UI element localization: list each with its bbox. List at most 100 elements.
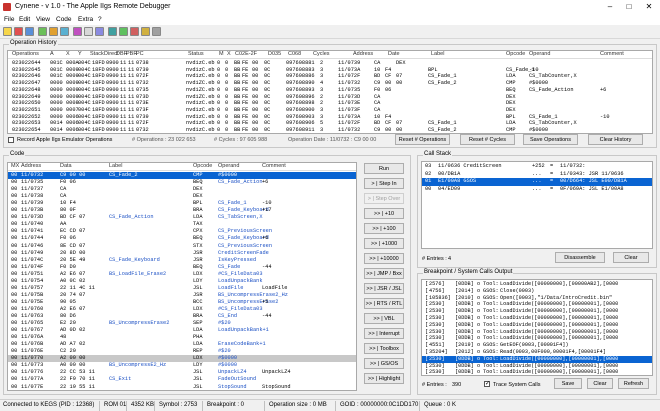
call-stack-row[interactable]: 03 11/0636 CreditScreen +252 = 11/0732: bbox=[422, 163, 652, 171]
call-stack-row[interactable]: 02 00/DB1A... = 11/0343: JSR 11/0636 bbox=[422, 171, 652, 179]
breakpoint-row[interactable]: [105836] [2010] o GSOS: Open([0003],"1/Data/… bbox=[422, 295, 652, 302]
code-row[interactable]: 00 11/0735 F0 06 BEQ CS_Fade_Action +6 bbox=[8, 179, 356, 186]
breakpoint-refresh-button[interactable]: Refresh bbox=[618, 378, 649, 389]
reset-operations-button[interactable]: Reset # Operations bbox=[395, 134, 450, 145]
code-row[interactable]: 00 11/076E C2 20 REP #$20 bbox=[8, 348, 356, 355]
operation-history-table[interactable]: Operations A X Y Stack Direct DBR PBR PC Status M X… bbox=[7, 50, 653, 134]
code-row[interactable]: 00 11/0749 20 8D 00 JSR CreditScreenFade bbox=[8, 250, 356, 257]
code-row[interactable]: 00 11/074C 20 5E 49 CS_Fade_Keyboard JSR IsKe… bbox=[8, 257, 356, 264]
call-stack-row[interactable]: 01 E1/00A8 GSOS... = 00/D664: JSL E00/DB1A bbox=[422, 178, 652, 186]
tools-icon[interactable] bbox=[95, 27, 104, 36]
code-btn-2[interactable]: > | Step Over bbox=[364, 193, 404, 204]
code-btn-10[interactable]: >> | VBL bbox=[364, 313, 404, 324]
operation-row[interactable]: 023022647 0000 0009 004C 18FD 0900 11 11 0732 nvd… bbox=[8, 80, 652, 87]
code-btn-14[interactable]: >> | Highlight bbox=[364, 373, 404, 384]
operation-row[interactable]: 023022653 0014 0006 004C 18FD 0900 11 11 072F nvd… bbox=[8, 120, 652, 127]
code-row[interactable]: 00 11/0767 AD 0D 02 LDA LoadUnpackBank+1 bbox=[8, 327, 356, 334]
code-btn-9[interactable]: >> | RTS / RTL bbox=[364, 298, 404, 309]
breakpoint-row[interactable]: [2576] [0DDB] o Tool: LoadDivide([00000000],… bbox=[422, 281, 652, 288]
connect-icon[interactable] bbox=[60, 27, 69, 36]
code-row[interactable]: 00 11/074F F0 D0 BEQ CS_Fade -44 bbox=[8, 264, 356, 271]
code-row[interactable]: 00 11/0739 10 F4 BPL CS_Fade_1 -10 bbox=[8, 200, 356, 207]
call-stack-row[interactable]: 00 04/ED09... = 0F/069A: JSL E1/00A8 bbox=[422, 186, 652, 194]
code-row[interactable]: 00 11/075E 90 05 BCC BS_UncompressErase2 +5 bbox=[8, 299, 356, 306]
code-btn-1[interactable]: > | Step In bbox=[364, 178, 404, 189]
reset-cycles-button[interactable]: Reset # Cycles bbox=[460, 134, 515, 145]
call-stack-clear-button[interactable]: Clear bbox=[613, 252, 649, 263]
code-btn-13[interactable]: >> | GS/OS bbox=[364, 358, 404, 369]
clear-history-button[interactable]: Clear History bbox=[588, 134, 643, 145]
memory-icon[interactable] bbox=[84, 27, 93, 36]
trace-system-calls-checkbox[interactable] bbox=[484, 380, 490, 387]
help-icon[interactable] bbox=[152, 27, 161, 36]
settings-icon[interactable] bbox=[141, 27, 150, 36]
code-btn-0[interactable]: Run bbox=[364, 163, 404, 174]
monitor-icon[interactable] bbox=[119, 27, 128, 36]
code-row[interactable]: 00 11/076A 48 PHA bbox=[8, 334, 356, 341]
step-icon[interactable] bbox=[49, 27, 58, 36]
code-row[interactable]: 00 11/0732 C9 00 00 CS_Fade_2 CMP #$0000 bbox=[8, 172, 356, 180]
breakpoint-icon[interactable] bbox=[73, 27, 82, 36]
save-icon[interactable] bbox=[25, 27, 34, 36]
maximize-icon[interactable]: □ bbox=[620, 1, 638, 13]
code-btn-3[interactable]: >> | +10 bbox=[364, 208, 404, 219]
breakpoint-row[interactable]: [2530] [0DDB] o Tool: LoadDivide([00000000],… bbox=[422, 355, 652, 363]
menu-help[interactable]: ? bbox=[98, 16, 102, 23]
code-row[interactable]: 00 11/0744 F0 06 BEQ CS_Fade_Keyboard +6 bbox=[8, 235, 356, 242]
code-btn-8[interactable]: >> | JSR / JSL bbox=[364, 283, 404, 294]
breakpoint-row[interactable]: [4756] [2014] o GSOS: Close(0003) bbox=[422, 288, 652, 295]
code-btn-4[interactable]: >> | +100 bbox=[364, 223, 404, 234]
code-row[interactable]: 00 11/0746 8E CD 07 STX CS_PreviousScreen bbox=[8, 243, 356, 250]
code-row[interactable]: 00 11/0765 E2 20 BS_UncompressErase2 SEP #$20 bbox=[8, 320, 356, 327]
code-btn-6[interactable]: >> | +10000 bbox=[364, 253, 404, 264]
breakpoint-row[interactable]: [2530] [0DDB] o Tool: LoadDivide([00000000],… bbox=[422, 363, 652, 370]
code-row[interactable]: 00 11/073B 80 0F BRA CS_Fade_Keyboard +17 bbox=[8, 207, 356, 214]
menu-view[interactable]: View bbox=[36, 16, 50, 23]
open-icon[interactable] bbox=[3, 27, 12, 36]
breakpoint-row[interactable]: [4551] [2019] o GSOS: GetEOF(0003,[00001F4]) bbox=[422, 342, 652, 349]
code-row[interactable]: 00 11/077A 22 F9 70 11 CS_Exit JSL FadeOutSou… bbox=[8, 376, 356, 383]
breakpoint-row[interactable]: [2530] [0DDB] o Tool: LoadDivide([00000000],… bbox=[422, 335, 652, 342]
operation-row[interactable]: 023022651 0000 0007 004C 18FD 0900 11 11 073F nvd… bbox=[8, 107, 652, 114]
code-btn-11[interactable]: >> | Interrupt bbox=[364, 328, 404, 339]
code-btn-5[interactable]: >> | +1000 bbox=[364, 238, 404, 249]
breakpoint-save-button[interactable]: Save bbox=[554, 378, 582, 389]
code-row[interactable]: 00 11/0738 CA DEX bbox=[8, 193, 356, 200]
code-row[interactable]: 00 11/073D BD CF 07 CS_Fade_Action LDA CS_Tab… bbox=[8, 214, 356, 221]
breakpoint-row[interactable]: [2530] [0DDB] o Tool: LoadDivide([00000000],… bbox=[422, 322, 652, 329]
code-btn-7[interactable]: >> | JMP / Bxx bbox=[364, 268, 404, 279]
code-row[interactable]: 00 11/0763 80 D6 BRA CS_End -44 bbox=[8, 313, 356, 320]
code-row[interactable]: 00 11/0740 AA TAX bbox=[8, 221, 356, 228]
code-row[interactable]: 00 11/0757 22 11 4C 11 JSL LoadFile LoadFile bbox=[8, 285, 356, 292]
disassemble-button[interactable]: Disassemble bbox=[555, 252, 605, 263]
operation-row[interactable]: 023022650 0000 0008 004C 18FD 0900 11 11 073E nvd… bbox=[8, 100, 652, 107]
breakpoint-row[interactable]: [2530] [0DDB] o Tool: LoadDivide([00000000],… bbox=[422, 308, 652, 315]
code-row[interactable]: 00 11/077E 22 19 55 11 JSL StopSound StopSoun… bbox=[8, 384, 356, 391]
breakpoint-row[interactable]: [2530] [0DDB] o Tool: LoadDivide([00000000],… bbox=[422, 315, 652, 322]
code-row[interactable]: 00 11/076B AD A7 02 LDA EraseCodeBank+1 bbox=[8, 341, 356, 348]
operation-row[interactable]: 023022649 0000 0009 004C 18FD 0900 11 11 073D nvd… bbox=[8, 94, 652, 101]
code-row[interactable]: 00 11/0770 A2 00 00 LDX #$0000 bbox=[8, 355, 356, 363]
code-row[interactable]: 00 11/0773 A0 00 00 BS_UncompressE2_Hz LDY #$… bbox=[8, 362, 356, 369]
operation-row[interactable]: 023022652 0000 0006 004C 18FD 0900 11 11 0739 nvd… bbox=[8, 114, 652, 121]
code-row[interactable]: 00 11/075B 20 74 07 JSR BS_UncompressErase2_… bbox=[8, 292, 356, 299]
operation-row[interactable]: 023022648 0000 0009 004C 18FD 0900 11 11 0735 nvd… bbox=[8, 87, 652, 94]
record-operations-checkbox[interactable] bbox=[8, 137, 14, 143]
code-table[interactable]: MX Address Data Label Opcode Operand Comment 0… bbox=[7, 162, 357, 391]
code-row[interactable]: 00 11/0776 22 CC 53 11 JSL UnpackLZ4 UnpackLZ… bbox=[8, 369, 356, 376]
breakpoint-row[interactable]: [35204] [2012] o GSOS: Read(0003,00F000,0000… bbox=[422, 349, 652, 356]
call-stack-list[interactable]: 03 11/0636 CreditScreen +252 = 11/0732: 02 00/… bbox=[421, 161, 653, 249]
stop-icon[interactable] bbox=[130, 27, 139, 36]
breakpoint-row[interactable]: [2530] [0DDB] o Tool: LoadDivide([00000000],… bbox=[422, 369, 652, 375]
save-operations-button[interactable]: Save Operations bbox=[523, 134, 578, 145]
run-icon[interactable] bbox=[38, 27, 47, 36]
minimize-icon[interactable]: – bbox=[601, 1, 619, 13]
breakpoint-clear-button[interactable]: Clear bbox=[587, 378, 613, 389]
menu-code[interactable]: Code bbox=[56, 16, 72, 23]
close-file-icon[interactable] bbox=[14, 27, 23, 36]
code-row[interactable]: 00 11/0751 A2 E6 07 BS_LoadFile_Erase2 LDX #C… bbox=[8, 271, 356, 278]
menu-file[interactable]: File bbox=[4, 16, 14, 23]
breakpoint-row[interactable]: [2530] [0DDB] o Tool: LoadDivide([00000000],… bbox=[422, 329, 652, 336]
breakpoint-output-list[interactable]: [2576] [0DDB] o Tool: LoadDivide([00000000],… bbox=[421, 279, 653, 376]
code-row[interactable]: 00 11/0754 A0 0C 02 LDY LoadUnpackBank bbox=[8, 278, 356, 285]
